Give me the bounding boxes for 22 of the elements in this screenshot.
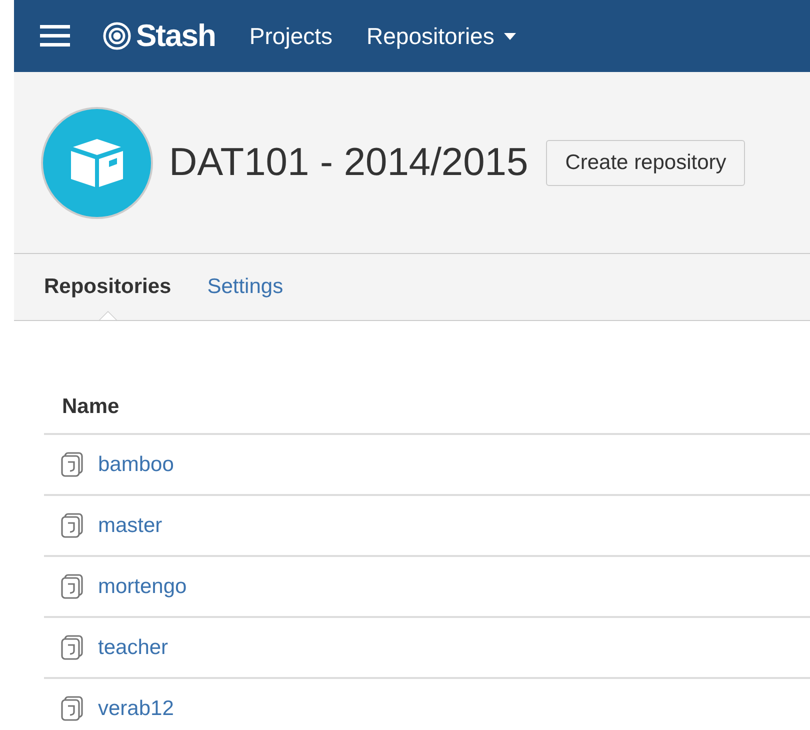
repository-link[interactable]: master [98,514,162,538]
repository-icon [60,574,84,600]
tab[interactable]: Settings [207,275,284,320]
project-title: DAT101 - 2014/2015 [169,140,528,184]
repository-link[interactable]: verab12 [98,696,174,720]
logo-text[interactable]: Stash [136,18,216,54]
nav-link[interactable]: Repositories [366,22,516,50]
repository-link[interactable]: bamboo [98,452,174,476]
repository-link[interactable]: mortengo [98,574,187,598]
column-header: Name [44,381,810,435]
repository-icon [60,696,84,722]
menu-icon[interactable] [40,25,70,47]
caret-icon [504,32,516,40]
create-repository-button[interactable]: Create repository [546,140,746,186]
box-icon [69,136,125,188]
nav-link[interactable]: Projects [249,22,333,50]
logo-icon [102,21,132,51]
repository-link[interactable]: teacher [98,636,168,660]
repository-icon [60,634,84,660]
repository-icon [60,512,84,538]
tab[interactable]: Repositories [44,275,172,320]
repository-icon [60,452,84,478]
